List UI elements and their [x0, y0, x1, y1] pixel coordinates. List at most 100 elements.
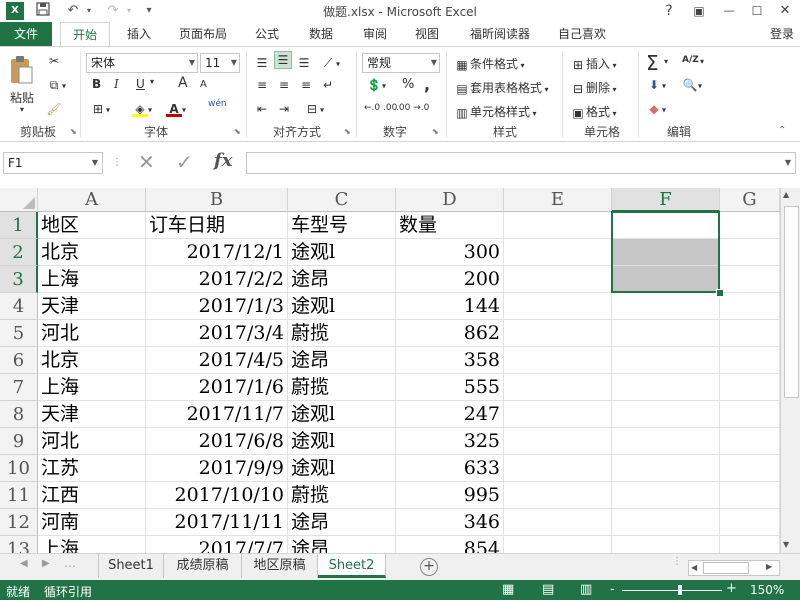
column-header-g[interactable]: G	[720, 188, 780, 212]
cell-d5[interactable]: 862	[396, 320, 504, 347]
cell-c10[interactable]: 途观l	[288, 455, 396, 482]
cell-g3[interactable]	[720, 266, 780, 293]
cell-f12[interactable]	[612, 509, 720, 536]
align-bottom-icon[interactable]: ☰	[296, 55, 312, 71]
increase-decimal-button[interactable]: ←.0 .00	[364, 103, 397, 113]
restore-button[interactable]: ☐	[742, 0, 772, 22]
tab-insert[interactable]: 插入	[116, 22, 162, 46]
tab-view[interactable]: 视图	[404, 22, 450, 46]
cell-g2[interactable]	[720, 239, 780, 266]
sheet-tab-sheet2[interactable]: Sheet2	[318, 554, 386, 578]
collapse-ribbon-icon[interactable]: ⌃	[778, 125, 786, 136]
cell-styles-button[interactable]: ▥ 单元格样式 ▾	[454, 103, 536, 121]
column-header-b[interactable]: B	[146, 188, 288, 212]
cell-b10[interactable]: 2017/9/9	[146, 455, 288, 482]
cell-e5[interactable]	[504, 320, 612, 347]
add-sheet-icon[interactable]: +	[420, 558, 438, 576]
cell-f6[interactable]	[612, 347, 720, 374]
cell-a10[interactable]: 江苏	[38, 455, 146, 482]
number-launcher-icon[interactable]: ⬊	[432, 127, 439, 136]
scroll-right-icon[interactable]: ▶	[766, 560, 772, 574]
comma-button[interactable]: ,	[424, 75, 430, 94]
cell-f9[interactable]	[612, 428, 720, 455]
cell-b13[interactable]: 2017/7/7	[146, 536, 288, 553]
font-launcher-icon[interactable]: ⬊	[234, 127, 241, 136]
more-sheets-icon[interactable]: …	[64, 556, 76, 570]
cell-c8[interactable]: 途观l	[288, 401, 396, 428]
cell-g6[interactable]	[720, 347, 780, 374]
sheet-tab-scores[interactable]: 成绩原稿	[164, 554, 242, 578]
align-top-icon[interactable]: ☰	[254, 55, 270, 71]
align-right-icon[interactable]: ≡	[298, 77, 314, 93]
shrink-font-button[interactable]: A	[200, 79, 207, 90]
tab-formulas[interactable]: 公式	[244, 22, 290, 46]
worksheet-grid[interactable]: ABCDEFG 1 2 3 4 5 6 7 8 9 10 11 12 13 地区 订车日期 车型号 数量 北京 2…	[0, 188, 780, 553]
cell-b11[interactable]: 2017/10/10	[146, 482, 288, 509]
zoom-slider-track[interactable]	[622, 590, 722, 591]
close-button[interactable]: ✕	[770, 0, 800, 22]
cell-g7[interactable]	[720, 374, 780, 401]
tab-file[interactable]: 文件	[0, 22, 52, 46]
cell-g9[interactable]	[720, 428, 780, 455]
cell-f4[interactable]	[612, 293, 720, 320]
cell-c11[interactable]: 蔚揽	[288, 482, 396, 509]
select-all-corner[interactable]	[0, 188, 38, 212]
cell-a6[interactable]: 北京	[38, 347, 146, 374]
expand-formula-icon[interactable]: ▼	[785, 153, 791, 173]
cell-d1[interactable]: 数量	[396, 212, 504, 239]
merge-center-icon[interactable]: ⊟ ▾	[304, 101, 324, 117]
cell-a12[interactable]: 河南	[38, 509, 146, 536]
column-header-c[interactable]: C	[288, 188, 396, 212]
row-header-1[interactable]: 1	[0, 212, 38, 239]
underline-dropdown-icon[interactable]: ▾	[150, 77, 154, 86]
cell-g11[interactable]	[720, 482, 780, 509]
cell-e8[interactable]	[504, 401, 612, 428]
sort-dropdown-icon[interactable]: ▾	[700, 57, 704, 66]
cut-icon[interactable]: ✂	[46, 53, 62, 69]
copy-icon[interactable]: ⧉ ▾	[46, 77, 66, 93]
cell-e4[interactable]	[504, 293, 612, 320]
tab-page-layout[interactable]: 页面布局	[170, 22, 236, 46]
name-box[interactable]: F1 ▼	[3, 152, 103, 174]
page-break-view-icon[interactable]: ▥	[580, 582, 592, 597]
zoom-slider-thumb[interactable]	[678, 585, 682, 595]
fill-handle[interactable]	[716, 289, 724, 297]
cell-a4[interactable]: 天津	[38, 293, 146, 320]
sheet-tab-regions[interactable]: 地区原稿	[242, 554, 318, 578]
tab-home[interactable]: 开始	[60, 22, 110, 46]
row-header-10[interactable]: 10	[0, 455, 38, 482]
minimize-button[interactable]: —	[714, 0, 744, 22]
cell-c13[interactable]: 途昂	[288, 536, 396, 553]
cell-e9[interactable]	[504, 428, 612, 455]
enter-formula-button[interactable]: ✓	[176, 150, 193, 174]
cell-c3[interactable]: 途昂	[288, 266, 396, 293]
delete-cells-button[interactable]: ⊟ 删除 ▾	[570, 79, 617, 97]
zoom-out-button[interactable]: -	[610, 582, 615, 597]
clear-icon[interactable]: ◆ ▾	[646, 101, 666, 117]
cell-d12[interactable]: 346	[396, 509, 504, 536]
cell-a9[interactable]: 河北	[38, 428, 146, 455]
next-sheet-icon[interactable]: ▶	[42, 558, 50, 569]
font-name-combo[interactable]: 宋体 ▼	[86, 53, 198, 73]
zoom-in-button[interactable]: +	[726, 581, 737, 596]
row-header-8[interactable]: 8	[0, 401, 38, 428]
border-icon[interactable]: ⊞ ▾	[90, 101, 110, 117]
tab-data[interactable]: 数据	[298, 22, 344, 46]
bold-button[interactable]: B	[92, 77, 101, 91]
cell-g1[interactable]	[720, 212, 780, 239]
insert-cells-button[interactable]: ⊞ 插入 ▾	[570, 55, 617, 73]
row-header-3[interactable]: 3	[0, 266, 38, 293]
paste-dropdown-icon[interactable]: ▾	[20, 105, 24, 114]
orientation-icon[interactable]: ⟋ ▾	[320, 55, 340, 71]
hscroll-thumb[interactable]	[703, 562, 749, 574]
scroll-up-icon[interactable]: ▲	[783, 190, 789, 199]
find-select-icon[interactable]: 🔍▾	[682, 77, 703, 93]
column-header-d[interactable]: D	[396, 188, 504, 212]
decrease-decimal-button[interactable]: .00 →.0	[396, 103, 429, 113]
phonetic-guide-button[interactable]: wén	[208, 99, 227, 109]
page-layout-view-icon[interactable]: ▤	[542, 582, 554, 597]
format-painter-icon[interactable]: 🖌	[46, 101, 62, 117]
cell-a3[interactable]: 上海	[38, 266, 146, 293]
cell-b2[interactable]: 2017/12/1	[146, 239, 288, 266]
font-size-combo[interactable]: 11 ▼	[200, 53, 240, 73]
